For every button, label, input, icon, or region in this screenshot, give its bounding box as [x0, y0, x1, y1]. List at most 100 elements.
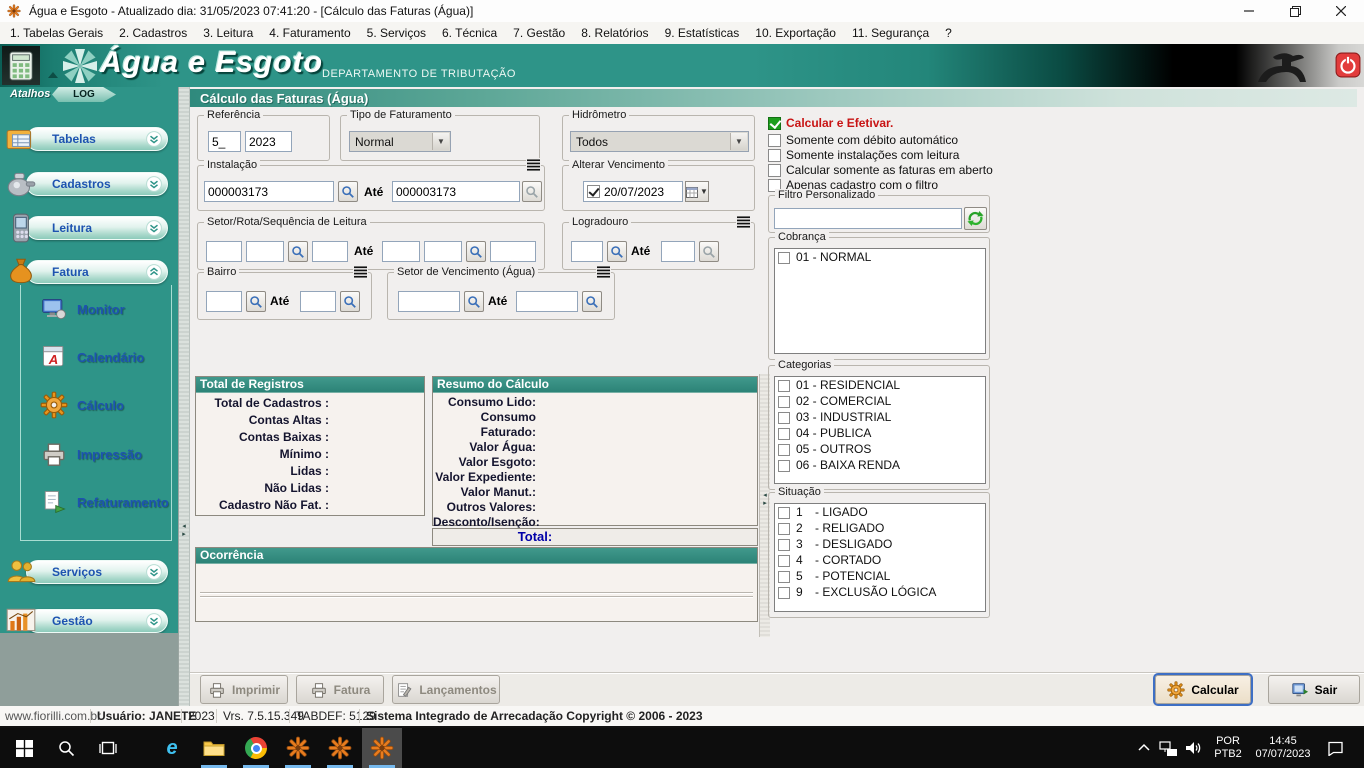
- bairro-to-search-button[interactable]: [340, 291, 360, 312]
- sair-button[interactable]: Sair: [1268, 675, 1360, 704]
- calcular-efetivar-checkbox[interactable]: [768, 117, 781, 130]
- situacao-item[interactable]: 9- EXCLUSÃO LÓGICA: [775, 584, 985, 600]
- menu-item-leitura[interactable]: 3. Leitura: [195, 23, 261, 43]
- cobranca-item-checkbox[interactable]: [778, 252, 790, 264]
- categoria-item[interactable]: 02 - COMERCIAL: [775, 393, 985, 409]
- calcular-button[interactable]: Calcular: [1155, 675, 1251, 704]
- task-view-button[interactable]: [88, 728, 128, 768]
- faturas-aberto-option[interactable]: Calcular somente as faturas em aberto: [768, 163, 993, 177]
- tray-clock-button[interactable]: 14:4507/07/2023: [1250, 728, 1316, 768]
- categoria-checkbox[interactable]: [778, 460, 790, 472]
- taskbar-chrome-button[interactable]: [236, 728, 276, 768]
- somente-debito-checkbox[interactable]: [768, 134, 781, 147]
- referencia-month-input[interactable]: [208, 131, 241, 152]
- taskbar-ie-button[interactable]: e: [152, 728, 192, 768]
- list-icon[interactable]: [736, 215, 751, 233]
- situacao-checkbox[interactable]: [778, 587, 790, 599]
- menu-item-seguranca[interactable]: 11. Segurança: [844, 23, 937, 43]
- instalacao-to-input[interactable]: [392, 181, 520, 202]
- taskbar-search-button[interactable]: [46, 728, 86, 768]
- menu-item-exportacao[interactable]: 10. Exportação: [747, 23, 844, 43]
- minimize-button[interactable]: [1226, 0, 1272, 22]
- setor-input-2[interactable]: [246, 241, 284, 262]
- menu-item-tecnica[interactable]: 6. Técnica: [434, 23, 505, 43]
- collapse-arrow-icon[interactable]: [48, 72, 58, 78]
- vencimento-checkbox[interactable]: [587, 185, 600, 198]
- sidebar-group-fatura[interactable]: Fatura: [4, 258, 174, 288]
- fatura-button[interactable]: Fatura: [296, 675, 384, 704]
- date-picker-button[interactable]: ▼: [685, 181, 709, 202]
- setor-vencimento-to-search-button[interactable]: [582, 291, 602, 312]
- logradouro-to-search-button[interactable]: [699, 241, 719, 262]
- hidrometro-select[interactable]: Todos ▼: [570, 131, 749, 152]
- sidebar-group-leitura[interactable]: Leitura: [4, 214, 174, 244]
- filtro-personalizado-input[interactable]: [774, 208, 962, 229]
- tray-language-button[interactable]: PORPTB2: [1208, 728, 1248, 768]
- categoria-item[interactable]: 05 - OUTROS: [775, 441, 985, 457]
- sidebar-item-calculo[interactable]: Cálculo: [40, 388, 176, 422]
- filtro-apply-button[interactable]: [964, 207, 987, 230]
- sidebar-group-servicos[interactable]: Serviços: [4, 558, 174, 588]
- list-icon[interactable]: [596, 265, 611, 283]
- setor-input-3[interactable]: [312, 241, 348, 262]
- cobranca-item[interactable]: 01 - NORMAL: [775, 249, 985, 265]
- logradouro-from-search-button[interactable]: [607, 241, 627, 262]
- categoria-item[interactable]: 03 - INDUSTRIAL: [775, 409, 985, 425]
- imprimir-button[interactable]: Imprimir: [200, 675, 288, 704]
- instalacao-from-input[interactable]: [204, 181, 334, 202]
- menu-item-servicos[interactable]: 5. Serviços: [359, 23, 434, 43]
- situacao-checkbox[interactable]: [778, 507, 790, 519]
- calcular-efetivar-option[interactable]: Calcular e Efetivar.: [768, 116, 893, 130]
- taskbar-explorer-button[interactable]: [194, 728, 234, 768]
- sidebar-group-tabelas[interactable]: Tabelas: [4, 125, 174, 155]
- tray-chevron-button[interactable]: [1133, 728, 1155, 768]
- setor-input-6[interactable]: [490, 241, 536, 262]
- action-center-button[interactable]: [1320, 728, 1350, 768]
- bairro-to-input[interactable]: [300, 291, 336, 312]
- sidebar-item-calendario[interactable]: A Calendário: [40, 340, 176, 374]
- lancamentos-button[interactable]: Lançamentos: [392, 675, 500, 704]
- setor-input-5[interactable]: [424, 241, 462, 262]
- situacao-item[interactable]: 2- RELIGADO: [775, 520, 985, 536]
- setor-search-button-2[interactable]: [466, 241, 486, 262]
- close-button[interactable]: [1318, 0, 1364, 22]
- sidebar-item-refaturamento[interactable]: Refaturamento: [40, 485, 176, 519]
- situacao-item[interactable]: 3- DESLIGADO: [775, 536, 985, 552]
- menu-item-gestao[interactable]: 7. Gestão: [505, 23, 573, 43]
- menu-item-tabelas-gerais[interactable]: 1. Tabelas Gerais: [2, 23, 111, 43]
- sidebar-splitter[interactable]: ◂ ▸: [178, 87, 190, 706]
- list-icon[interactable]: [526, 158, 541, 176]
- setor-search-button-1[interactable]: [288, 241, 308, 262]
- taskbar-fiorilli-button-1[interactable]: [278, 728, 318, 768]
- setor-input-4[interactable]: [382, 241, 420, 262]
- setor-vencimento-from-search-button[interactable]: [464, 291, 484, 312]
- situacao-checkbox[interactable]: [778, 555, 790, 567]
- referencia-year-input[interactable]: [245, 131, 292, 152]
- categoria-item[interactable]: 04 - PUBLICA: [775, 425, 985, 441]
- instalacao-to-search-button[interactable]: [522, 181, 542, 202]
- logradouro-from-input[interactable]: [571, 241, 603, 262]
- categoria-item[interactable]: 06 - BAIXA RENDA: [775, 457, 985, 473]
- menu-item-faturamento[interactable]: 4. Faturamento: [261, 23, 358, 43]
- menu-item-estatisticas[interactable]: 9. Estatísticas: [657, 23, 748, 43]
- tipo-faturamento-select[interactable]: Normal ▼: [349, 131, 451, 152]
- sidebar-item-impressao[interactable]: Impressão: [40, 437, 176, 471]
- list-icon[interactable]: [353, 265, 368, 283]
- somente-leitura-option[interactable]: Somente instalações com leitura: [768, 148, 959, 162]
- situacao-checkbox[interactable]: [778, 571, 790, 583]
- situacao-checkbox[interactable]: [778, 523, 790, 535]
- sidebar-item-monitor[interactable]: Monitor: [40, 292, 176, 326]
- bairro-from-input[interactable]: [206, 291, 242, 312]
- setor-vencimento-from-input[interactable]: [398, 291, 460, 312]
- tray-network-button[interactable]: [1156, 728, 1180, 768]
- bairro-from-search-button[interactable]: [246, 291, 266, 312]
- power-button[interactable]: [1335, 52, 1361, 78]
- somente-debito-option[interactable]: Somente com débito automático: [768, 133, 958, 147]
- log-badge[interactable]: LOG: [52, 87, 116, 102]
- sidebar-group-cadastros[interactable]: Cadastros: [4, 170, 174, 200]
- categoria-checkbox[interactable]: [778, 428, 790, 440]
- categoria-checkbox[interactable]: [778, 396, 790, 408]
- situacao-item[interactable]: 1- LIGADO: [775, 504, 985, 520]
- categoria-checkbox[interactable]: [778, 444, 790, 456]
- faturas-aberto-checkbox[interactable]: [768, 164, 781, 177]
